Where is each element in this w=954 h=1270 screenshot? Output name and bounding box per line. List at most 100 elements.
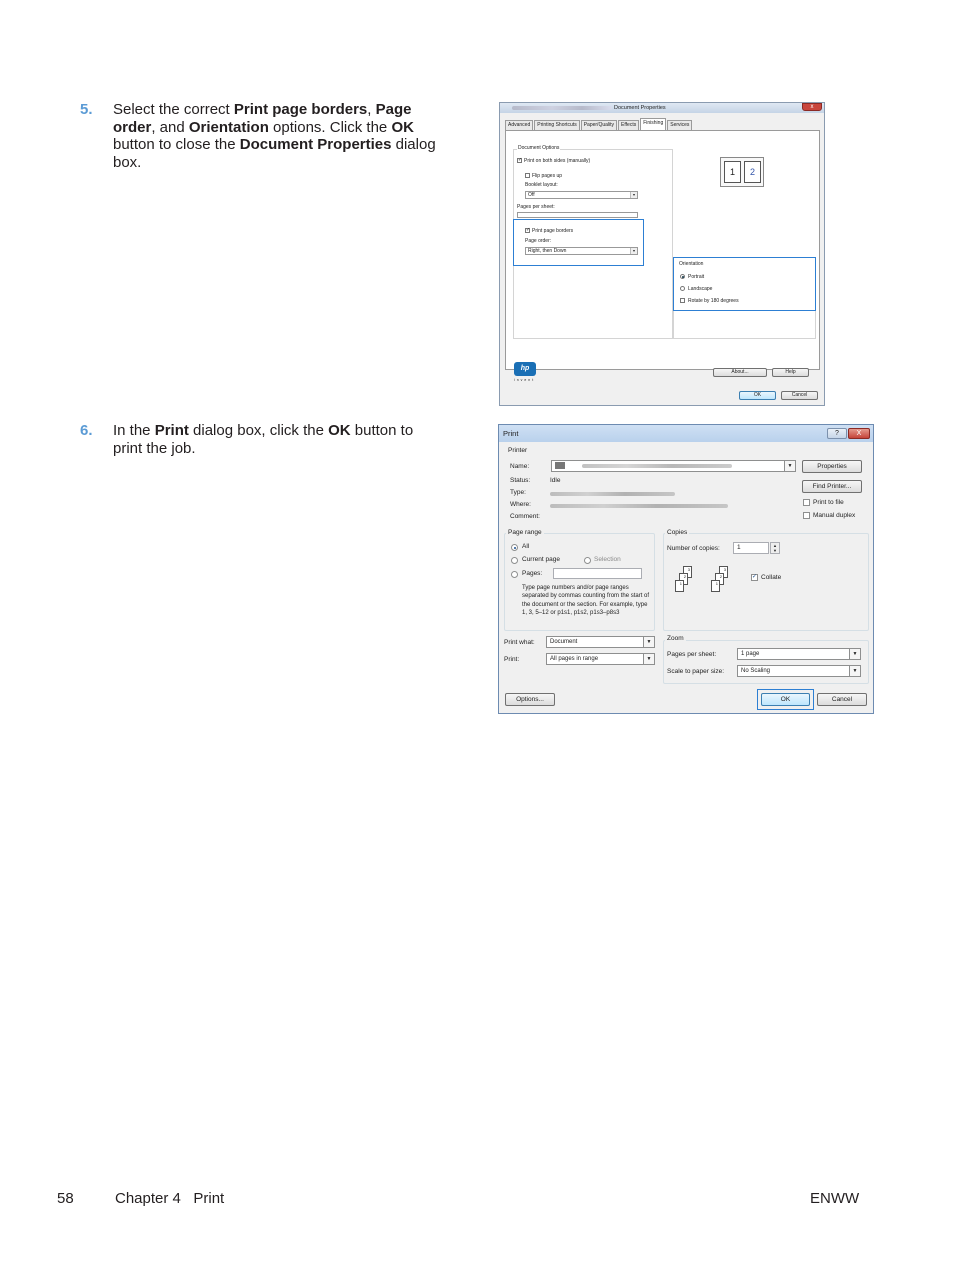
pages-radio[interactable] xyxy=(511,571,518,578)
tab-effects[interactable]: Effects xyxy=(618,120,640,130)
group-title: Document Options xyxy=(517,145,561,151)
page-order-label: Page order: xyxy=(525,238,552,244)
landscape-radio[interactable] xyxy=(680,286,685,291)
scale-label: Scale to paper size: xyxy=(667,668,725,675)
chevron-down-icon: ▾ xyxy=(630,248,637,254)
page-order-select[interactable]: Right, then Down ▾ xyxy=(525,247,638,255)
hp-invent: i n v e n t xyxy=(514,378,534,382)
manual-duplex-checkbox[interactable] xyxy=(803,512,810,519)
tab-printing-shortcuts[interactable]: Printing Shortcuts xyxy=(534,120,580,130)
print-both-sides-checkbox[interactable]: ✓ xyxy=(517,158,522,163)
pages-per-sheet-label: Pages per sheet: xyxy=(517,204,555,210)
help-button[interactable]: ? xyxy=(827,428,847,439)
title-bar: Print ? X xyxy=(499,425,873,442)
about-button[interactable]: About... xyxy=(713,368,767,377)
blurred-type xyxy=(550,492,675,496)
tab-services[interactable]: Services xyxy=(667,120,693,130)
copies-input[interactable]: 1 xyxy=(733,542,769,554)
current-page-radio[interactable] xyxy=(511,557,518,564)
find-printer-button[interactable]: Find Printer... xyxy=(802,480,862,493)
pages-per-sheet-label: Pages per sheet: xyxy=(667,651,717,658)
printer-name-select[interactable]: ▼ xyxy=(551,460,796,472)
chapter-label: Chapter 4 Print xyxy=(115,1190,225,1207)
scale-select[interactable]: No Scaling ▼ xyxy=(737,665,861,677)
doc-code: ENWW xyxy=(810,1190,860,1207)
cancel-button[interactable]: Cancel xyxy=(781,391,818,400)
portrait-label: Portrait xyxy=(688,274,705,280)
options-button[interactable]: Options... xyxy=(505,693,555,706)
current-page-label: Current page xyxy=(522,556,560,563)
dialog-title: Print xyxy=(503,429,519,438)
copies-spinner[interactable]: ▲ ▼ xyxy=(770,542,780,554)
close-button[interactable]: x xyxy=(802,103,822,111)
zoom-group xyxy=(663,640,869,684)
selection-label: Selection xyxy=(594,556,621,563)
blurred-printer-name xyxy=(582,464,732,468)
booklet-layout-label: Booklet layout: xyxy=(525,182,558,188)
collate-checkbox[interactable]: ✓ xyxy=(751,574,758,581)
pages-per-sheet-select[interactable]: 1 page ▼ xyxy=(737,648,861,660)
pages-input[interactable] xyxy=(553,568,642,579)
step-text: In the Print dialog box, click the OK bu… xyxy=(113,422,414,457)
orientation-title: Orientation xyxy=(679,261,704,267)
flip-pages-up-checkbox[interactable] xyxy=(525,173,530,178)
printer-group-title: Printer xyxy=(508,447,528,454)
where-label: Where: xyxy=(510,501,531,508)
preview-page-1: 1 xyxy=(724,161,741,183)
type-label: Type: xyxy=(510,489,526,496)
print-what-label: Print what: xyxy=(504,639,535,646)
page-number: 58 xyxy=(57,1190,74,1207)
tab-paper-quality[interactable]: Paper/Quality xyxy=(580,120,618,130)
copies-title: Copies xyxy=(665,529,690,536)
title-bar: Document Properties x xyxy=(500,103,824,113)
manual-duplex-label: Manual duplex xyxy=(813,512,856,519)
collate-label: Collate xyxy=(761,574,782,581)
blurred-printer-name xyxy=(512,106,612,110)
print-what-select[interactable]: Document ▼ xyxy=(546,636,655,648)
name-label: Name: xyxy=(510,463,530,470)
pages-per-sheet-select[interactable] xyxy=(517,212,638,218)
status-value: Idle xyxy=(550,477,561,484)
page-range-help: Type page numbers and/or page ranges sep… xyxy=(522,585,650,616)
portrait-radio[interactable] xyxy=(680,274,685,279)
print-page-borders-label: Print page borders xyxy=(532,228,574,234)
zoom-title: Zoom xyxy=(665,635,686,642)
chevron-down-icon: ▾ xyxy=(630,192,637,198)
tab-advanced[interactable]: Advanced xyxy=(505,120,534,130)
step-text: Select the correct Print page borders, P… xyxy=(113,101,436,171)
print-select[interactable]: All pages in range ▼ xyxy=(546,653,655,665)
ok-button[interactable]: OK xyxy=(761,693,810,706)
chevron-down-icon: ▼ xyxy=(849,649,860,659)
all-label: All xyxy=(522,543,530,550)
rotate-180-checkbox[interactable] xyxy=(680,298,685,303)
properties-button[interactable]: Properties xyxy=(802,460,862,473)
page-preview: 1 2 xyxy=(720,157,764,187)
tab-finishing[interactable]: Finishing xyxy=(640,118,667,130)
ok-button[interactable]: OK xyxy=(739,391,776,400)
chevron-down-icon: ▼ xyxy=(643,637,654,647)
preview-page-2: 2 xyxy=(744,161,761,183)
blurred-where xyxy=(550,504,728,508)
status-label: Status: xyxy=(510,477,531,484)
selection-radio[interactable] xyxy=(584,557,591,564)
close-button[interactable]: X xyxy=(848,428,870,439)
printer-icon xyxy=(555,462,565,469)
number-of-copies-label: Number of copies: xyxy=(667,545,720,552)
document-properties-dialog: Document Properties x Advanced Printing … xyxy=(499,102,825,406)
page-stack-icon: 1 xyxy=(711,580,720,592)
rotate-180-label: Rotate by 180 degrees xyxy=(688,298,739,304)
help-button[interactable]: Help xyxy=(772,368,809,377)
finishing-panel: Document Options ✓ Print on both sides (… xyxy=(505,130,820,370)
landscape-label: Landscape xyxy=(688,286,713,292)
print-page-borders-checkbox[interactable]: ✓ xyxy=(525,228,530,233)
flip-pages-up-label: Flip pages up xyxy=(532,173,563,179)
chevron-down-icon: ▼ xyxy=(784,461,795,471)
booklet-layout-select[interactable]: Off ▾ xyxy=(525,191,638,199)
page-stack-icon: 1 xyxy=(675,580,684,592)
cancel-button[interactable]: Cancel xyxy=(817,693,867,706)
step-number: 6. xyxy=(80,422,93,439)
all-radio[interactable] xyxy=(511,544,518,551)
step-number: 5. xyxy=(80,101,93,118)
hp-logo: hp xyxy=(514,362,536,376)
print-to-file-checkbox[interactable] xyxy=(803,499,810,506)
